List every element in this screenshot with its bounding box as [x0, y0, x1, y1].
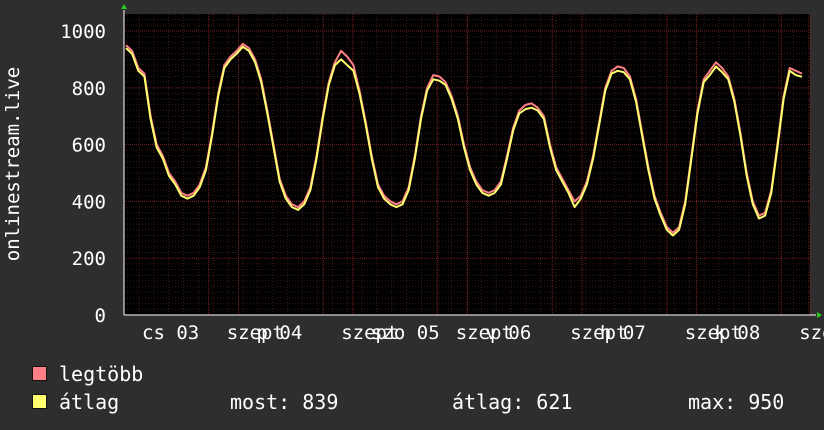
y-tick-label: 1000 — [60, 21, 106, 43]
legend-swatch-max — [32, 366, 47, 381]
x-tick-label: p 04 — [257, 322, 303, 344]
stat-max: max: 950 — [688, 390, 785, 414]
x-axis-arrow — [817, 312, 822, 318]
x-tick-label: szo 05 — [371, 322, 440, 344]
stat-current: most: 839 — [230, 390, 339, 414]
y-tick-label: 0 — [95, 305, 106, 327]
legend-label-avg: átlag — [59, 390, 120, 414]
legend-item-avg: átlag — [32, 391, 119, 413]
y-axis-label: onlinestream.live — [2, 67, 24, 261]
stat-average: átlag: 621 — [452, 390, 573, 414]
y-tick-label: 600 — [72, 135, 106, 157]
x-tick-labels: cs 03 szeptp 04 szeptszo 05 szeptv 06 szepth… — [142, 322, 824, 344]
x-tick-label: cs 03 — [142, 322, 199, 344]
y-tick-label: 400 — [72, 191, 106, 213]
legend-item-max: legtöbb — [32, 363, 143, 385]
y-tick-label: 800 — [72, 78, 106, 100]
legend-swatch-avg — [32, 394, 47, 409]
y-tick-label: 200 — [72, 248, 106, 270]
y-tick-labels: 0 200 400 600 800 1000 — [60, 21, 106, 327]
x-tick-label: szept — [799, 322, 824, 344]
legend-label-max: legtöbb — [59, 362, 144, 386]
x-tick-label: v 06 — [486, 322, 532, 344]
y-axis-arrow — [121, 4, 127, 9]
x-tick-label: k 08 — [715, 322, 761, 344]
x-tick-label: h 07 — [600, 322, 646, 344]
